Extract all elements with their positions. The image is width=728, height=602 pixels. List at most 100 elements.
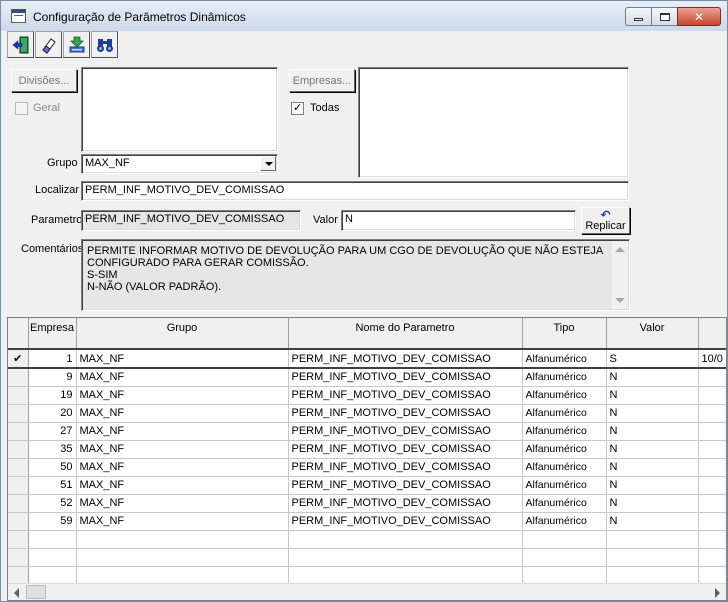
table-row[interactable]: 52 MAX_NF PERM_INF_MOTIVO_DEV_COMISSAO Alfa…: [8, 494, 726, 513]
table-row[interactable]: 50 MAX_NF PERM_INF_MOTIVO_DEV_COMISSAO Alfa…: [8, 458, 726, 477]
column-header-nome-parametro[interactable]: Nome do Parametro: [288, 318, 523, 350]
cell-valor[interactable]: N: [606, 458, 699, 477]
cell-empresa[interactable]: 19: [28, 386, 77, 405]
cell-empresa[interactable]: 1: [28, 349, 77, 369]
cell-valor[interactable]: N: [606, 422, 699, 441]
comentarios-scrollbar[interactable]: [612, 241, 628, 309]
valor-input[interactable]: N: [341, 210, 576, 231]
cell-nome[interactable]: PERM_INF_MOTIVO_DEV_COMISSAO: [288, 368, 523, 387]
cell-nome[interactable]: PERM_INF_MOTIVO_DEV_COMISSAO: [288, 476, 523, 495]
cell-nome[interactable]: PERM_INF_MOTIVO_DEV_COMISSAO: [288, 512, 523, 531]
column-header-valor[interactable]: Valor: [606, 318, 699, 350]
maximize-button[interactable]: [651, 7, 678, 26]
cell-grupo[interactable]: MAX_NF: [76, 440, 289, 459]
cell-valor[interactable]: N: [606, 494, 699, 513]
grupo-combobox[interactable]: MAX_NF: [81, 154, 278, 174]
cell-grupo[interactable]: MAX_NF: [76, 386, 289, 405]
cell-valor[interactable]: S: [606, 349, 699, 369]
todas-checkbox[interactable]: ✓: [291, 102, 304, 115]
cell-tipo[interactable]: Alfanumérico: [522, 512, 607, 531]
save-download-button[interactable]: [63, 31, 90, 58]
cell-tipo[interactable]: Alfanumérico: [522, 386, 607, 405]
cell-grupo[interactable]: MAX_NF: [76, 404, 289, 423]
cell-empresa[interactable]: 20: [28, 404, 77, 423]
column-header-tipo[interactable]: Tipo: [522, 318, 607, 350]
cell-valor[interactable]: N: [606, 404, 699, 423]
cell-tipo[interactable]: Alfanumérico: [522, 422, 607, 441]
localizar-input[interactable]: PERM_INF_MOTIVO_DEV_COMISSAO: [81, 181, 629, 201]
table-row[interactable]: 9 MAX_NF PERM_INF_MOTIVO_DEV_COMISSAO Alfan…: [8, 368, 726, 387]
cell-extra[interactable]: [698, 404, 726, 423]
cell-nome[interactable]: PERM_INF_MOTIVO_DEV_COMISSAO: [288, 349, 523, 369]
cell-grupo[interactable]: MAX_NF: [76, 458, 289, 477]
cell-grupo[interactable]: MAX_NF: [76, 494, 289, 513]
cell-empresa[interactable]: 9: [28, 368, 77, 387]
scroll-right-icon[interactable]: [715, 588, 720, 598]
table-row[interactable]: 20 MAX_NF PERM_INF_MOTIVO_DEV_COMISSAO Alfa…: [8, 404, 726, 423]
column-header-empresa[interactable]: Empresa: [28, 318, 77, 350]
cell-extra[interactable]: [698, 368, 726, 387]
scroll-down-icon[interactable]: [615, 298, 625, 303]
cell-tipo[interactable]: Alfanumérico: [522, 349, 607, 369]
cell-extra[interactable]: [698, 494, 726, 513]
cell-empresa[interactable]: 59: [28, 512, 77, 531]
cell-extra[interactable]: [698, 422, 726, 441]
divisoes-button[interactable]: Divisões...: [11, 69, 77, 92]
empresas-list[interactable]: [358, 67, 629, 178]
exit-button[interactable]: [7, 31, 34, 58]
table-row[interactable]: 35 MAX_NF PERM_INF_MOTIVO_DEV_COMISSAO Alfa…: [8, 440, 726, 459]
cell-extra[interactable]: [698, 440, 726, 459]
cell-empresa[interactable]: 52: [28, 494, 77, 513]
search-button[interactable]: [91, 31, 118, 58]
cell-empresa[interactable]: 27: [28, 422, 77, 441]
cell-nome[interactable]: PERM_INF_MOTIVO_DEV_COMISSAO: [288, 458, 523, 477]
cell-tipo[interactable]: Alfanumérico: [522, 458, 607, 477]
cell-valor[interactable]: N: [606, 386, 699, 405]
cell-tipo[interactable]: Alfanumérico: [522, 368, 607, 387]
empresas-button[interactable]: Empresas...: [289, 69, 355, 92]
cell-nome[interactable]: PERM_INF_MOTIVO_DEV_COMISSAO: [288, 404, 523, 423]
cell-grupo[interactable]: MAX_NF: [76, 476, 289, 495]
cell-extra[interactable]: [698, 476, 726, 495]
cell-extra[interactable]: [698, 386, 726, 405]
cell-extra[interactable]: [698, 512, 726, 531]
cell-empresa[interactable]: 51: [28, 476, 77, 495]
grid-horizontal-scrollbar[interactable]: [8, 583, 726, 600]
close-button[interactable]: ✕: [677, 7, 721, 26]
divisoes-list[interactable]: [81, 67, 278, 152]
comentarios-textarea[interactable]: PERMITE INFORMAR MOTIVO DE DEVOLUÇÃO PAR…: [81, 239, 630, 311]
cell-empresa[interactable]: 50: [28, 458, 77, 477]
cell-extra[interactable]: 10/0: [698, 349, 726, 369]
column-header-extra[interactable]: [698, 318, 726, 350]
table-row-current[interactable]: ✔ 1 MAX_NF PERM_INF_MOTIVO_DEV_COMISSAO …: [8, 349, 726, 369]
scroll-thumb[interactable]: [26, 585, 46, 599]
table-row[interactable]: 27 MAX_NF PERM_INF_MOTIVO_DEV_COMISSAO Alfa…: [8, 422, 726, 441]
cell-valor[interactable]: N: [606, 512, 699, 531]
scroll-up-icon[interactable]: [615, 247, 625, 252]
column-header-grupo[interactable]: Grupo: [76, 318, 289, 350]
cell-valor[interactable]: N: [606, 440, 699, 459]
cell-nome[interactable]: PERM_INF_MOTIVO_DEV_COMISSAO: [288, 440, 523, 459]
parameters-grid[interactable]: Empresa Grupo Nome do Parametro Tipo Val…: [7, 317, 727, 601]
geral-checkbox[interactable]: [15, 102, 28, 115]
cell-valor[interactable]: N: [606, 368, 699, 387]
table-row[interactable]: 59 MAX_NF PERM_INF_MOTIVO_DEV_COMISSAO Alfa…: [8, 512, 726, 531]
cell-nome[interactable]: PERM_INF_MOTIVO_DEV_COMISSAO: [288, 494, 523, 513]
cell-tipo[interactable]: Alfanumérico: [522, 404, 607, 423]
table-row[interactable]: 51 MAX_NF PERM_INF_MOTIVO_DEV_COMISSAO Alfa…: [8, 476, 726, 495]
cell-grupo[interactable]: MAX_NF: [76, 512, 289, 531]
cell-tipo[interactable]: Alfanumérico: [522, 494, 607, 513]
cell-nome[interactable]: PERM_INF_MOTIVO_DEV_COMISSAO: [288, 422, 523, 441]
scroll-left-icon[interactable]: [14, 588, 19, 598]
table-row[interactable]: 19 MAX_NF PERM_INF_MOTIVO_DEV_COMISSAO Alfa…: [8, 386, 726, 405]
cell-extra[interactable]: [698, 458, 726, 477]
cell-grupo[interactable]: MAX_NF: [76, 368, 289, 387]
cell-nome[interactable]: PERM_INF_MOTIVO_DEV_COMISSAO: [288, 386, 523, 405]
cell-tipo[interactable]: Alfanumérico: [522, 440, 607, 459]
clear-button[interactable]: [35, 31, 62, 58]
chevron-down-icon[interactable]: [260, 156, 276, 171]
cell-grupo[interactable]: MAX_NF: [76, 422, 289, 441]
replicar-button[interactable]: ↶ Replicar: [581, 207, 630, 234]
title-bar[interactable]: Configuração de Parâmetros Dinâmicos ✕: [1, 1, 727, 31]
cell-empresa[interactable]: 35: [28, 440, 77, 459]
